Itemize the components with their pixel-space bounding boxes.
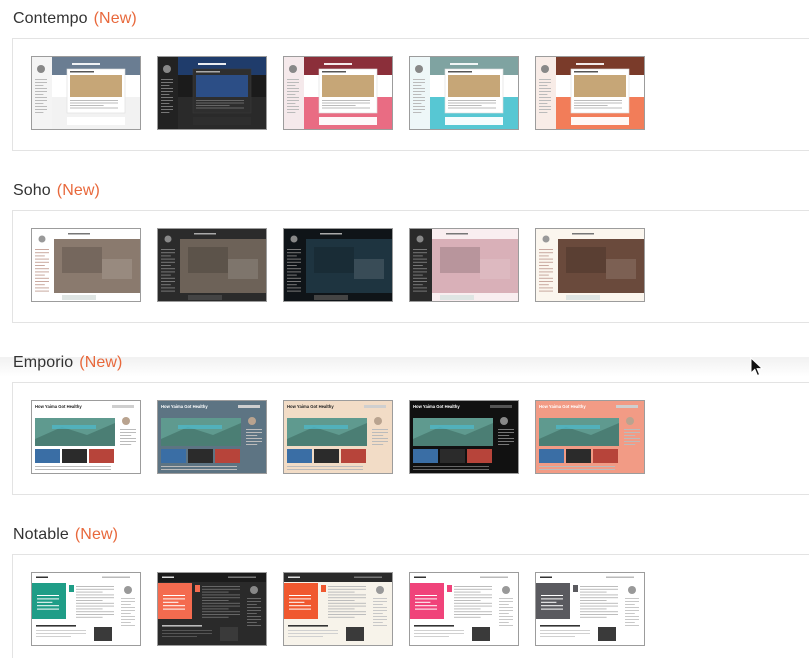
theme-thumbnail-emporio-slate[interactable]: How Yaima Got Healthy xyxy=(157,400,267,474)
theme-gallery: Contempo (New) Soho (New) Emporio (New) How… xyxy=(0,0,809,658)
theme-thumbnail-soho-dark[interactable] xyxy=(157,228,267,302)
theme-preview-image xyxy=(536,57,644,129)
section-title: Soho xyxy=(13,182,51,199)
section-heading: Emporio (New) xyxy=(13,354,122,372)
new-badge: (New) xyxy=(74,526,119,543)
theme-preview-image xyxy=(536,573,644,645)
theme-preview-image xyxy=(410,57,518,129)
section-heading: Soho (New) xyxy=(13,182,100,200)
theme-preview-image xyxy=(410,573,518,645)
theme-preview-image: How Yaima Got Healthy xyxy=(284,401,392,473)
theme-thumbnail-notable-pink[interactable] xyxy=(409,572,519,646)
svg-text:How Yaima Got Healthy: How Yaima Got Healthy xyxy=(287,404,334,409)
new-badge: (New) xyxy=(93,10,137,27)
theme-preview-image: How Yaima Got Healthy xyxy=(32,401,140,473)
theme-thumbnail-soho-midnight[interactable] xyxy=(283,228,393,302)
theme-preview-image xyxy=(158,229,266,301)
theme-preview-image xyxy=(284,573,392,645)
theme-preview-image xyxy=(284,57,392,129)
thumbnail-strip xyxy=(12,38,809,151)
section-title: Contempo xyxy=(13,10,88,27)
svg-text:How Yaima Got Healthy: How Yaima Got Healthy xyxy=(161,404,208,409)
theme-thumbnail-emporio-dark[interactable]: How Yaima Got Healthy xyxy=(409,400,519,474)
theme-preview-image xyxy=(284,229,392,301)
theme-thumbnail-contempo-aqua[interactable] xyxy=(409,56,519,130)
theme-thumbnail-soho-pink[interactable] xyxy=(409,228,519,302)
theme-preview-image: How Yaima Got Healthy xyxy=(158,401,266,473)
theme-preview-image xyxy=(32,57,140,129)
theme-thumbnail-contempo-pink[interactable] xyxy=(283,56,393,130)
theme-preview-image xyxy=(536,229,644,301)
theme-thumbnail-contempo-light[interactable] xyxy=(31,56,141,130)
thumbnail-strip xyxy=(12,210,809,323)
theme-preview-image xyxy=(32,573,140,645)
theme-preview-image xyxy=(32,229,140,301)
theme-preview-image xyxy=(410,229,518,301)
theme-thumbnail-notable-orange[interactable] xyxy=(283,572,393,646)
section-heading: Notable (New) xyxy=(13,526,118,544)
svg-text:How Yaima Got Healthy: How Yaima Got Healthy xyxy=(539,404,586,409)
theme-thumbnail-emporio-beige[interactable]: How Yaima Got Healthy xyxy=(283,400,393,474)
theme-thumbnail-emporio-coral[interactable]: How Yaima Got Healthy xyxy=(535,400,645,474)
theme-thumbnail-contempo-coral[interactable] xyxy=(535,56,645,130)
section-heading: Contempo (New) xyxy=(13,10,137,28)
theme-thumbnail-contempo-dark[interactable] xyxy=(157,56,267,130)
theme-preview-image xyxy=(158,573,266,645)
theme-thumbnail-soho-light[interactable] xyxy=(31,228,141,302)
theme-preview-image: How Yaima Got Healthy xyxy=(536,401,644,473)
svg-text:How Yaima Got Healthy: How Yaima Got Healthy xyxy=(35,404,82,409)
theme-thumbnail-emporio-light[interactable]: How Yaima Got Healthy xyxy=(31,400,141,474)
theme-thumbnail-notable-gray[interactable] xyxy=(535,572,645,646)
theme-thumbnail-soho-cream[interactable] xyxy=(535,228,645,302)
thumbnail-strip: How Yaima Got Healthy How Yaima Got Heal… xyxy=(12,382,809,495)
theme-thumbnail-notable-dark[interactable] xyxy=(157,572,267,646)
new-badge: (New) xyxy=(56,182,100,199)
new-badge: (New) xyxy=(79,354,123,371)
mouse-pointer-icon xyxy=(750,357,764,377)
thumbnail-strip xyxy=(12,554,809,658)
section-title: Emporio xyxy=(13,354,74,371)
theme-preview-image: How Yaima Got Healthy xyxy=(410,401,518,473)
theme-thumbnail-notable-light[interactable] xyxy=(31,572,141,646)
section-title: Notable xyxy=(13,526,69,543)
svg-text:How Yaima Got Healthy: How Yaima Got Healthy xyxy=(413,404,460,409)
theme-preview-image xyxy=(158,57,266,129)
